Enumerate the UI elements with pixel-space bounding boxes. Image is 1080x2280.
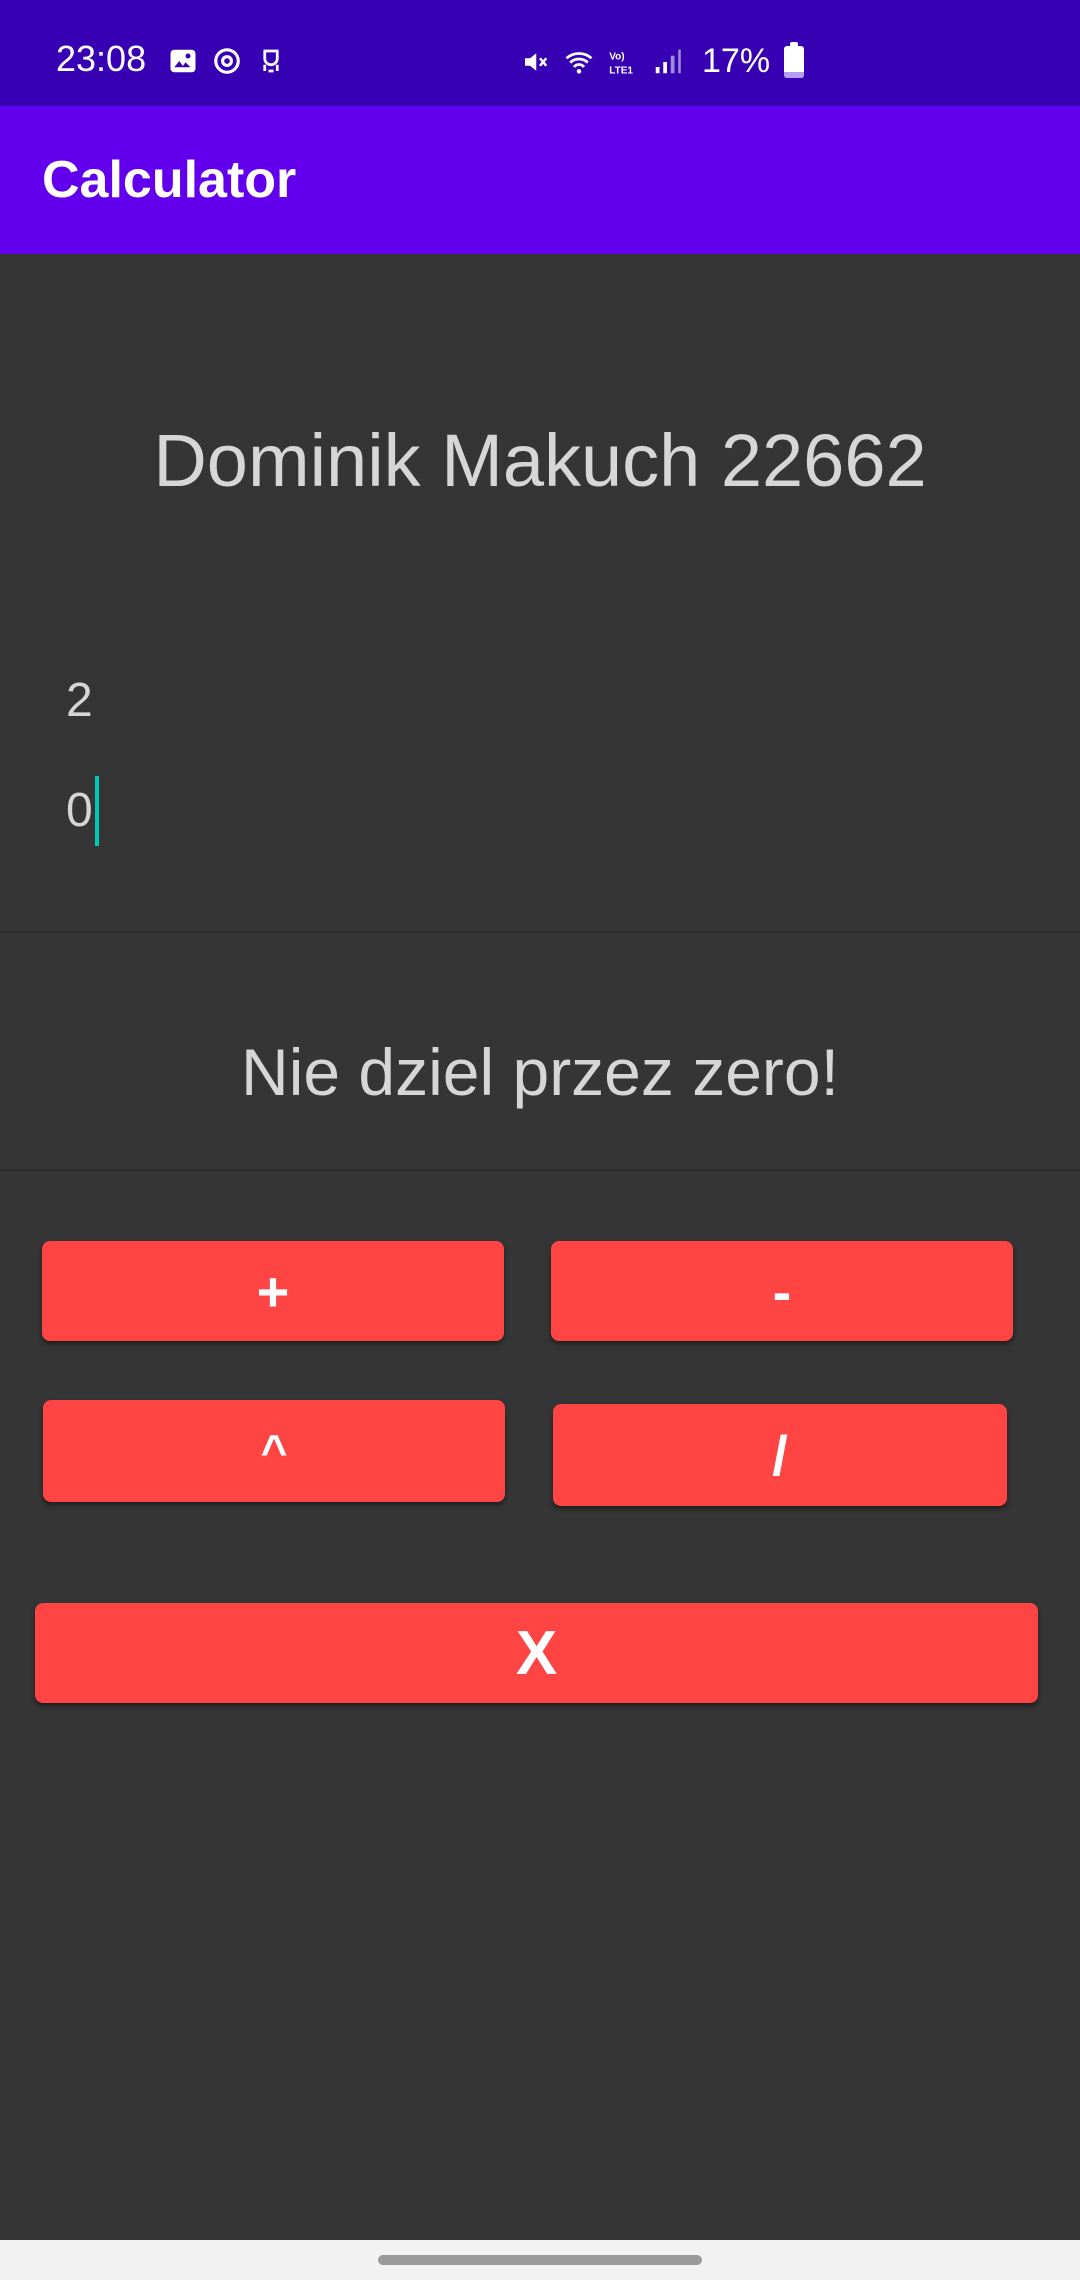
first-number-input[interactable]: 2	[66, 666, 966, 736]
second-number-value: 0	[66, 784, 93, 837]
power-button[interactable]: ^	[43, 1400, 505, 1502]
battery-level	[784, 72, 805, 78]
home-gesture-handle[interactable]	[378, 2255, 702, 2265]
wifi-icon	[565, 51, 593, 74]
text-cursor	[94, 776, 99, 846]
second-number-input[interactable]: 0	[66, 776, 966, 846]
signal-icon	[655, 49, 681, 73]
battery-percentage: 17%	[702, 42, 771, 80]
status-icons-right: Vo) LTE1 17%	[520, 41, 805, 81]
divider-top	[0, 931, 1080, 933]
svg-text:LTE1: LTE1	[609, 65, 633, 76]
svg-text:Vo): Vo)	[609, 51, 624, 62]
result-message: Nie dziel przez zero!	[241, 1035, 839, 1109]
add-button[interactable]: +	[42, 1241, 504, 1341]
bot-icon	[263, 49, 279, 73]
divider-bottom	[0, 1169, 1080, 1171]
first-number-value: 2	[66, 674, 93, 727]
battery-icon	[784, 41, 805, 78]
author-label: Dominik Makuch 22662	[153, 419, 927, 502]
status-icons-left	[168, 46, 286, 76]
status-bar: 23:08 Vo) LTE1 17%	[0, 0, 1080, 106]
subtract-button[interactable]: -	[551, 1241, 1013, 1341]
divide-button[interactable]: /	[553, 1404, 1007, 1506]
status-time: 23:08	[56, 38, 147, 79]
multiply-button[interactable]: X	[35, 1603, 1038, 1703]
app-title: Calculator	[42, 151, 297, 209]
gallery-icon	[170, 49, 196, 73]
mute-icon	[525, 52, 548, 71]
sync-icon	[214, 48, 240, 74]
app-bar: Calculator	[0, 106, 1080, 254]
navigation-bar	[0, 2240, 1080, 2280]
volte-icon: Vo) LTE1	[609, 51, 633, 76]
